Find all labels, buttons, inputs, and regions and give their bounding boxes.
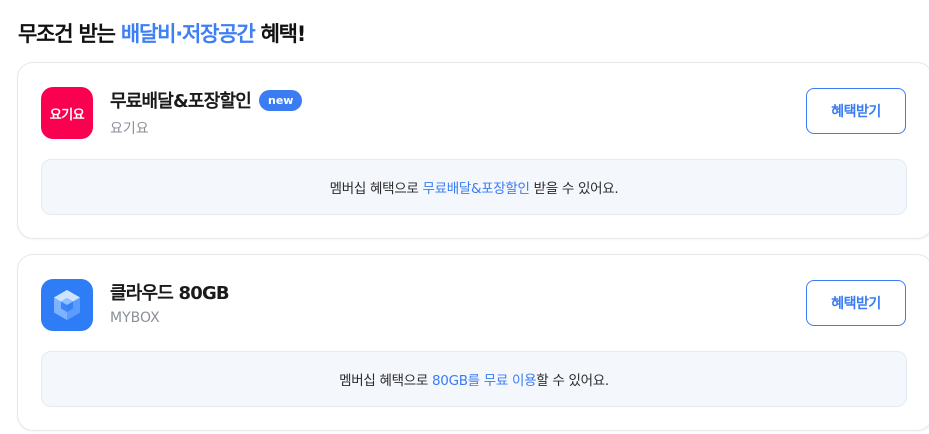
- card-title: 클라우드 80GB: [110, 279, 230, 305]
- section-title-suffix: 혜택!: [254, 22, 307, 46]
- info-prefix: 멤버십 혜택으로: [339, 373, 428, 389]
- info-highlight: 80GB를 무료 이용: [431, 373, 537, 389]
- yogiyo-logo-icon: 요기요: [41, 87, 93, 139]
- card-subtitle: 요기요: [110, 121, 149, 137]
- section-title-highlight: 배달비·저장공간: [120, 22, 256, 46]
- new-badge: new: [258, 89, 303, 111]
- info-suffix: 받을 수 있어요.: [533, 181, 619, 197]
- mybox-logo-icon: [41, 279, 93, 331]
- benefit-info-box: 멤버십 혜택으로 80GB를 무료 이용 할 수 있어요.: [41, 351, 907, 407]
- card-title-text: 무료배달&포장할인: [110, 91, 252, 112]
- info-suffix: 할 수 있어요.: [536, 373, 609, 389]
- yogiyo-logo-text: 요기요: [49, 107, 85, 123]
- section-title-prefix: 무조건 받는: [18, 22, 121, 46]
- card-title-text: 클라우드 80GB: [110, 283, 230, 304]
- benefit-card-yogiyo: 요기요 무료배달&포장할인 new 요기요 혜택받기 멤버십 혜택으로 무료배달…: [17, 62, 929, 239]
- section-title: 무조건 받는 배달비·저장공간 혜택!: [18, 18, 307, 48]
- mybox-cube-icon: [54, 290, 80, 320]
- card-title: 무료배달&포장할인 new: [110, 87, 303, 113]
- info-highlight: 무료배달&포장할인: [422, 181, 530, 197]
- benefit-card-mybox: 클라우드 80GB MYBOX 혜택받기 멤버십 혜택으로 80GB를 무료 이…: [17, 254, 929, 431]
- card-subtitle: MYBOX: [110, 310, 160, 326]
- get-benefit-button[interactable]: 혜택받기: [806, 280, 906, 326]
- benefit-info-box: 멤버십 혜택으로 무료배달&포장할인 받을 수 있어요.: [41, 159, 907, 215]
- info-prefix: 멤버십 혜택으로: [329, 181, 419, 197]
- get-benefit-button[interactable]: 혜택받기: [806, 88, 906, 134]
